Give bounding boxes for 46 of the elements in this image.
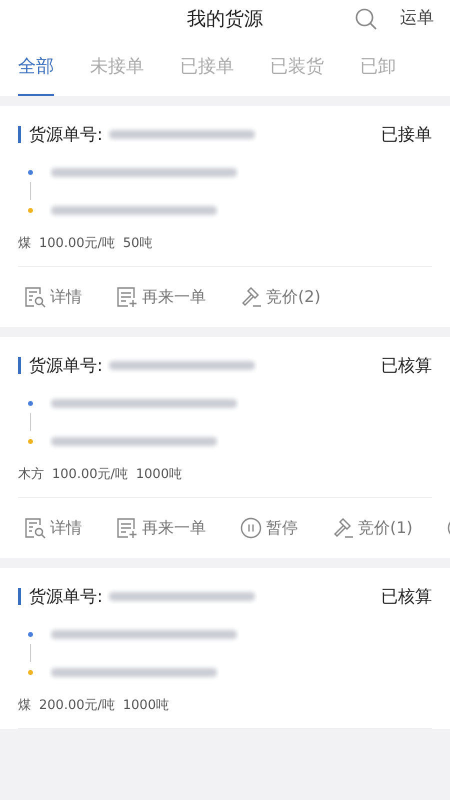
price-text: 200.00元/吨: [39, 697, 115, 714]
order-label: 货源单号:: [29, 586, 103, 608]
action-button[interactable]: 详情: [24, 286, 82, 308]
action-button[interactable]: 暂停: [240, 517, 298, 539]
action-button[interactable]: 竞价(2): [240, 286, 321, 308]
order-status: 已核算: [381, 586, 432, 608]
cargo-type: 煤: [18, 697, 31, 714]
search-icon[interactable]: [354, 7, 378, 31]
action-button[interactable]: 再来一单: [116, 517, 206, 539]
tab[interactable]: 已卸: [360, 38, 396, 96]
gavel-icon: [332, 517, 354, 539]
gavel-icon: [240, 286, 262, 308]
cargo-type: 木方: [18, 466, 44, 483]
order-status: 已核算: [381, 354, 432, 376]
destination-dot: [28, 438, 33, 444]
tab[interactable]: 全部: [18, 38, 54, 96]
accent-bar: [18, 588, 21, 604]
document-plus-icon: [116, 517, 138, 539]
tab[interactable]: 未接单: [90, 38, 144, 96]
weight-text: 50吨: [122, 235, 152, 252]
tab[interactable]: 已接单: [180, 38, 234, 96]
order-label: 货源单号:: [29, 354, 103, 376]
order-label: 货源单号:: [29, 124, 103, 146]
pause-icon: [240, 517, 262, 539]
document-search-icon: [24, 286, 46, 308]
order-status: 已接单: [381, 124, 432, 146]
accent-bar: [18, 126, 21, 142]
price-text: 100.00元/吨: [52, 466, 128, 483]
page-title: 我的货源: [187, 7, 263, 32]
accent-bar: [18, 356, 21, 374]
origin-dot: [28, 632, 33, 636]
document-plus-icon: [116, 286, 138, 308]
destination-dot: [28, 208, 33, 212]
price-text: 100.00元/吨: [39, 235, 115, 252]
destination-dot: [28, 670, 33, 674]
action-button[interactable]: 再来一单: [116, 286, 206, 308]
tab[interactable]: 已装货: [270, 38, 324, 96]
cargo-type: 煤: [18, 235, 31, 252]
waybill-link[interactable]: 运单: [400, 6, 434, 29]
document-search-icon: [24, 517, 46, 539]
origin-dot: [28, 170, 33, 174]
action-button[interactable]: 详情: [24, 517, 82, 539]
weight-text: 1000吨: [136, 466, 182, 483]
origin-dot: [28, 400, 33, 406]
weight-text: 1000吨: [122, 697, 169, 714]
action-button[interactable]: 竞价(1): [332, 517, 413, 539]
